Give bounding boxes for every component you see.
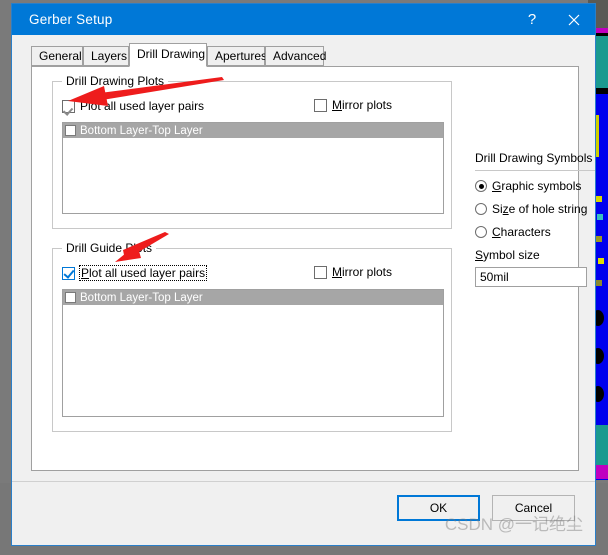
mirror-accel-letter: M [332, 265, 342, 279]
drill-drawing-symbols-panel: Drill Drawing Symbols Graphic symbols Si… [475, 151, 595, 287]
close-icon [568, 14, 580, 25]
list-item-label: Bottom Layer-Top Layer [80, 124, 203, 137]
list-item[interactable]: Bottom Layer-Top Layer [63, 290, 443, 305]
drill-guide-plot-all-label: Plot all used layer pairs [78, 265, 208, 281]
drill-guide-mirror-plots-label-rest: irror plots [342, 265, 393, 279]
tab-general[interactable]: General [31, 46, 83, 66]
drill-drawing-layer-pairs-list[interactable]: Bottom Layer-Top Layer [62, 122, 444, 214]
drill-drawing-mirror-plots-checkbox[interactable]: Mirror plots [314, 98, 392, 112]
dialog-footer: OK Cancel [12, 481, 595, 545]
tab-drill-drawing[interactable]: Drill Drawing [129, 43, 207, 67]
drill-drawing-mirror-plots-label: Mirror plots [332, 98, 392, 112]
list-item[interactable]: Bottom Layer-Top Layer [63, 123, 443, 138]
checkbox-box [314, 265, 327, 279]
radio-graphic-symbols-label-rest: raphic symbols [501, 179, 582, 193]
drill-guide-mirror-plots-label: Mirror plots [332, 265, 392, 279]
drill-guide-plots-title: Drill Guide Plots [62, 241, 157, 255]
list-item-label: Bottom Layer-Top Layer [80, 291, 203, 304]
radio-size-of-hole-string-label-rest: e of hole string [508, 202, 588, 216]
radio-characters-label-rest: haracters [500, 225, 551, 239]
drill-guide-plot-all-checkbox[interactable]: Plot all used layer pairs [62, 265, 208, 281]
radio-size-of-hole-string-label: Size of hole string [492, 202, 588, 216]
graphic-accel-letter: G [492, 179, 502, 193]
drill-guide-mirror-plots-checkbox[interactable]: Mirror plots [314, 265, 392, 279]
background-trace-yellow [596, 115, 599, 157]
list-item-checkbox[interactable] [65, 292, 76, 303]
radio-size-of-hole-string[interactable]: Size of hole string [475, 202, 595, 216]
characters-accel-letter: C [492, 225, 501, 239]
radio-indicator [475, 226, 487, 238]
radio-characters-label: Characters [492, 225, 551, 239]
ok-button[interactable]: OK [397, 495, 480, 521]
radio-graphic-symbols-label: Graphic symbols [492, 179, 581, 193]
background-pad-yellow-1 [596, 196, 602, 202]
radio-characters[interactable]: Characters [475, 225, 595, 239]
drill-drawing-plots-title: Drill Drawing Plots [62, 74, 169, 88]
tab-advanced[interactable]: Advanced [265, 46, 326, 66]
tab-layers[interactable]: Layers [83, 46, 129, 66]
tab-strip: General Layers Drill Drawing Apertures A… [31, 43, 595, 67]
plot-accel-letter: P [81, 266, 90, 280]
checkbox-box [62, 266, 75, 280]
background-pad-olive-2 [596, 280, 602, 286]
drill-drawing-tab-page: Drill Drawing Plots Plot all used layer … [31, 66, 595, 471]
symbol-size-label-rest: ymbol size [483, 248, 540, 262]
window-title: Gerber Setup [29, 12, 113, 27]
background-pad-olive-1 [596, 236, 602, 242]
gerber-setup-dialog: Gerber Setup ? General Layers Drill Draw… [11, 3, 596, 546]
radio-indicator [475, 203, 487, 215]
drill-guide-plot-all-label-rest: lot all used layer pairs [89, 266, 206, 280]
list-item-checkbox[interactable] [65, 125, 76, 136]
help-button[interactable]: ? [511, 4, 553, 35]
tab-apertures[interactable]: Apertures [207, 46, 267, 66]
symbol-accel-letter: S [475, 248, 484, 262]
drill-drawing-plot-all-label: Plot all used layer pairs [80, 99, 205, 113]
background-pad-cyan-1 [597, 214, 603, 220]
cancel-button[interactable]: Cancel [492, 495, 575, 521]
drill-drawing-mirror-plots-label-rest: irror plots [342, 98, 393, 112]
symbol-size-input[interactable]: 50mil [475, 267, 587, 287]
drill-guide-layer-pairs-list[interactable]: Bottom Layer-Top Layer [62, 289, 444, 417]
radio-indicator [475, 180, 487, 192]
symbols-divider [475, 170, 595, 171]
close-button[interactable] [553, 4, 595, 35]
background-pad-yellow-2 [598, 258, 604, 264]
drill-drawing-symbols-title: Drill Drawing Symbols [475, 151, 593, 165]
drill-drawing-plot-all-checkbox[interactable]: Plot all used layer pairs [62, 99, 204, 113]
title-bar: Gerber Setup ? [12, 4, 595, 35]
symbol-size-label: Symbol size [475, 248, 595, 262]
checkbox-box [314, 98, 327, 112]
mirror-accel-letter: M [332, 98, 342, 112]
checkbox-box [62, 99, 75, 113]
radio-graphic-symbols[interactable]: Graphic symbols [475, 179, 595, 193]
